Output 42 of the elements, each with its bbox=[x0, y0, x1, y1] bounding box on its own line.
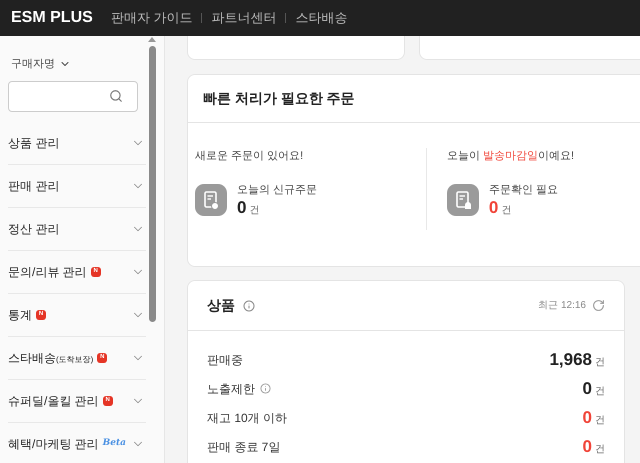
search-field[interactable] bbox=[8, 80, 138, 112]
menu-item[interactable]: 판매 관리 bbox=[8, 164, 146, 208]
info-icon[interactable] bbox=[260, 383, 271, 394]
menu-label: 슈퍼딜/올킬 관리 bbox=[8, 392, 99, 410]
stat-count[interactable]: 0 건 bbox=[582, 376, 605, 402]
stat-count[interactable]: 0 건 bbox=[488, 198, 558, 218]
document-bell-icon bbox=[446, 184, 479, 216]
menu-label: 혜택/마케팅 관리 bbox=[8, 436, 99, 452]
menu-label: 정산 관리 bbox=[8, 220, 60, 238]
nav-link[interactable]: 판매자 가이드 bbox=[110, 8, 192, 28]
stat-count[interactable]: 0 건 bbox=[582, 434, 605, 460]
updated-time: 최근 12:16 bbox=[538, 299, 586, 313]
search-icon bbox=[109, 89, 123, 103]
logo[interactable]: ESM PLUS bbox=[11, 6, 93, 30]
menu-label: 판매 관리 bbox=[8, 178, 60, 194]
refresh-icon[interactable] bbox=[592, 299, 605, 312]
stat-label: 노출제한 bbox=[207, 380, 255, 398]
document-icon bbox=[195, 184, 227, 216]
menu-item[interactable]: 정산 관리 bbox=[8, 208, 146, 250]
search-type-dropdown[interactable]: 구매자명 bbox=[11, 56, 71, 72]
stat-label: 판매중 bbox=[207, 352, 243, 368]
nav-link[interactable]: 파트너센터 bbox=[211, 8, 276, 28]
notice-text: 새로운 주문이 있어요! bbox=[195, 149, 304, 164]
menu-item[interactable]: 혜택/마케팅 관리 Beta bbox=[8, 422, 146, 463]
notice-text: 오늘이 발송마감일 이예요! bbox=[446, 149, 576, 164]
card-title: 상품 bbox=[207, 296, 235, 315]
stat-count[interactable]: 0 건 bbox=[582, 404, 605, 430]
info-icon[interactable] bbox=[243, 300, 255, 312]
stat-label: 오늘의 신규주문 bbox=[237, 182, 318, 198]
menu-label: 상품 관리 bbox=[8, 134, 60, 152]
nav-link[interactable]: 스타배송 bbox=[295, 8, 348, 28]
beta-label: Beta bbox=[102, 436, 126, 450]
menu-label: 문의/리뷰 관리 bbox=[8, 264, 87, 280]
menu-label: 통계 bbox=[8, 306, 32, 324]
menu-label: 스타배송(도착보장) bbox=[8, 350, 94, 366]
card-title: 빠른 처리가 필요한 주문 bbox=[203, 89, 355, 108]
stat-label: 주문확인 필요 bbox=[488, 182, 558, 198]
stat-label: 판매 종료 7일 bbox=[207, 438, 280, 456]
stat-label: 재고 10개 이하 bbox=[207, 410, 288, 426]
stat-count[interactable]: 1,968 건 bbox=[549, 346, 605, 372]
stat-count[interactable]: 0 건 bbox=[237, 198, 318, 218]
menu-item[interactable]: 상품 관리 bbox=[8, 122, 146, 164]
